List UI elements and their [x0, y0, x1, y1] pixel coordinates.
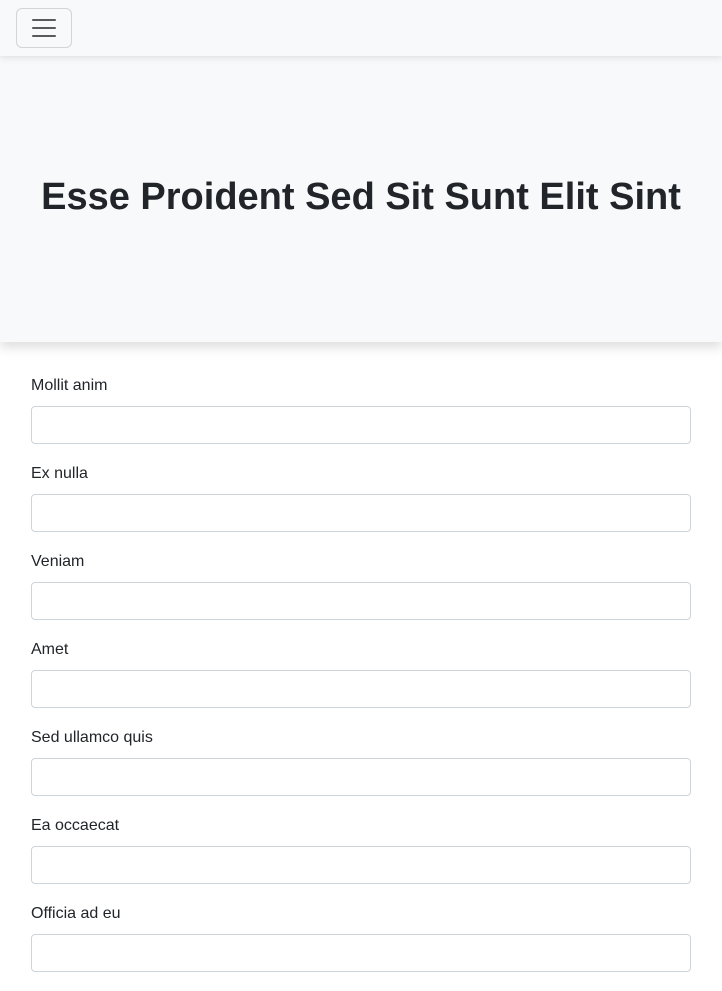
- field-label: Ex nulla: [31, 465, 88, 482]
- form-field-mollit-anim: Mollit anim: [31, 375, 691, 444]
- sed-ullamco-quis-input[interactable]: [31, 758, 691, 796]
- form-field-veniam: Veniam: [31, 551, 691, 620]
- field-label: Mollit anim: [31, 377, 108, 394]
- form-field-amet: Amet: [31, 639, 691, 708]
- navbar-toggle-button[interactable]: [16, 8, 72, 48]
- hero-banner: Esse Proident Sed Sit Sunt Elit Sint: [0, 56, 722, 342]
- amet-input[interactable]: [31, 670, 691, 708]
- field-label: Ea occaecat: [31, 817, 120, 834]
- hamburger-menu-icon: [32, 19, 56, 37]
- field-label: Veniam: [31, 553, 85, 570]
- page-title: Esse Proident Sed Sit Sunt Elit Sint: [41, 176, 681, 218]
- field-label: Sed ullamco quis: [31, 729, 153, 746]
- officia-ad-eu-input[interactable]: [31, 934, 691, 972]
- field-label: Officia ad eu: [31, 905, 121, 922]
- main-form: Mollit anim Ex nulla Veniam Amet Sed ull…: [31, 375, 691, 991]
- veniam-input[interactable]: [31, 582, 691, 620]
- form-field-sed-ullamco-quis: Sed ullamco quis: [31, 727, 691, 796]
- form-field-ex-nulla: Ex nulla: [31, 463, 691, 532]
- field-label: Amet: [31, 641, 69, 658]
- ea-occaecat-input[interactable]: [31, 846, 691, 884]
- form-field-officia-ad-eu: Officia ad eu: [31, 903, 691, 972]
- mollit-anim-input[interactable]: [31, 406, 691, 444]
- form-field-ea-occaecat: Ea occaecat: [31, 815, 691, 884]
- ex-nulla-input[interactable]: [31, 494, 691, 532]
- navbar: [0, 0, 722, 56]
